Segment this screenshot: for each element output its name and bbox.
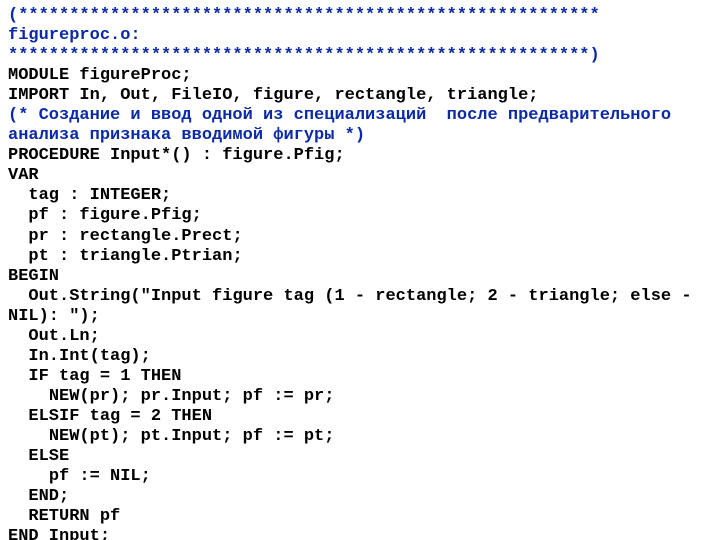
code-line: END; — [8, 487, 712, 507]
code-line: END Input; — [8, 527, 712, 540]
code-line: BEGIN — [8, 267, 712, 287]
code-line: IF tag = 1 THEN — [8, 367, 712, 387]
code-line: In.Int(tag); — [8, 347, 712, 367]
code-line: NEW(pr); pr.Input; pf := pr; — [8, 387, 712, 407]
code-line: tag : INTEGER; — [8, 186, 712, 206]
code-line: IMPORT In, Out, FileIO, figure, rectangl… — [8, 86, 712, 106]
code-line: pf : figure.Pfig; — [8, 206, 712, 226]
code-line: pr : rectangle.Prect; — [8, 227, 712, 247]
code-line: ****************************************… — [8, 46, 712, 66]
code-listing: (***************************************… — [0, 0, 720, 540]
code-line: RETURN pf — [8, 507, 712, 527]
code-line: NEW(pt); pt.Input; pf := pt; — [8, 427, 712, 447]
code-line: PROCEDURE Input*() : figure.Pfig; — [8, 146, 712, 166]
code-line: (***************************************… — [8, 6, 712, 26]
code-line: ELSE — [8, 447, 712, 467]
code-line: figureproc.o: — [8, 26, 712, 46]
code-line: Out.Ln; — [8, 327, 712, 347]
code-line: Out.String("Input figure tag (1 - rectan… — [8, 287, 712, 327]
code-line: (* Создание и ввод одной из специализаци… — [8, 106, 712, 146]
code-line: pt : triangle.Ptrian; — [8, 247, 712, 267]
code-line: VAR — [8, 166, 712, 186]
code-line: ELSIF tag = 2 THEN — [8, 407, 712, 427]
code-line: MODULE figureProc; — [8, 66, 712, 86]
code-line: pf := NIL; — [8, 467, 712, 487]
